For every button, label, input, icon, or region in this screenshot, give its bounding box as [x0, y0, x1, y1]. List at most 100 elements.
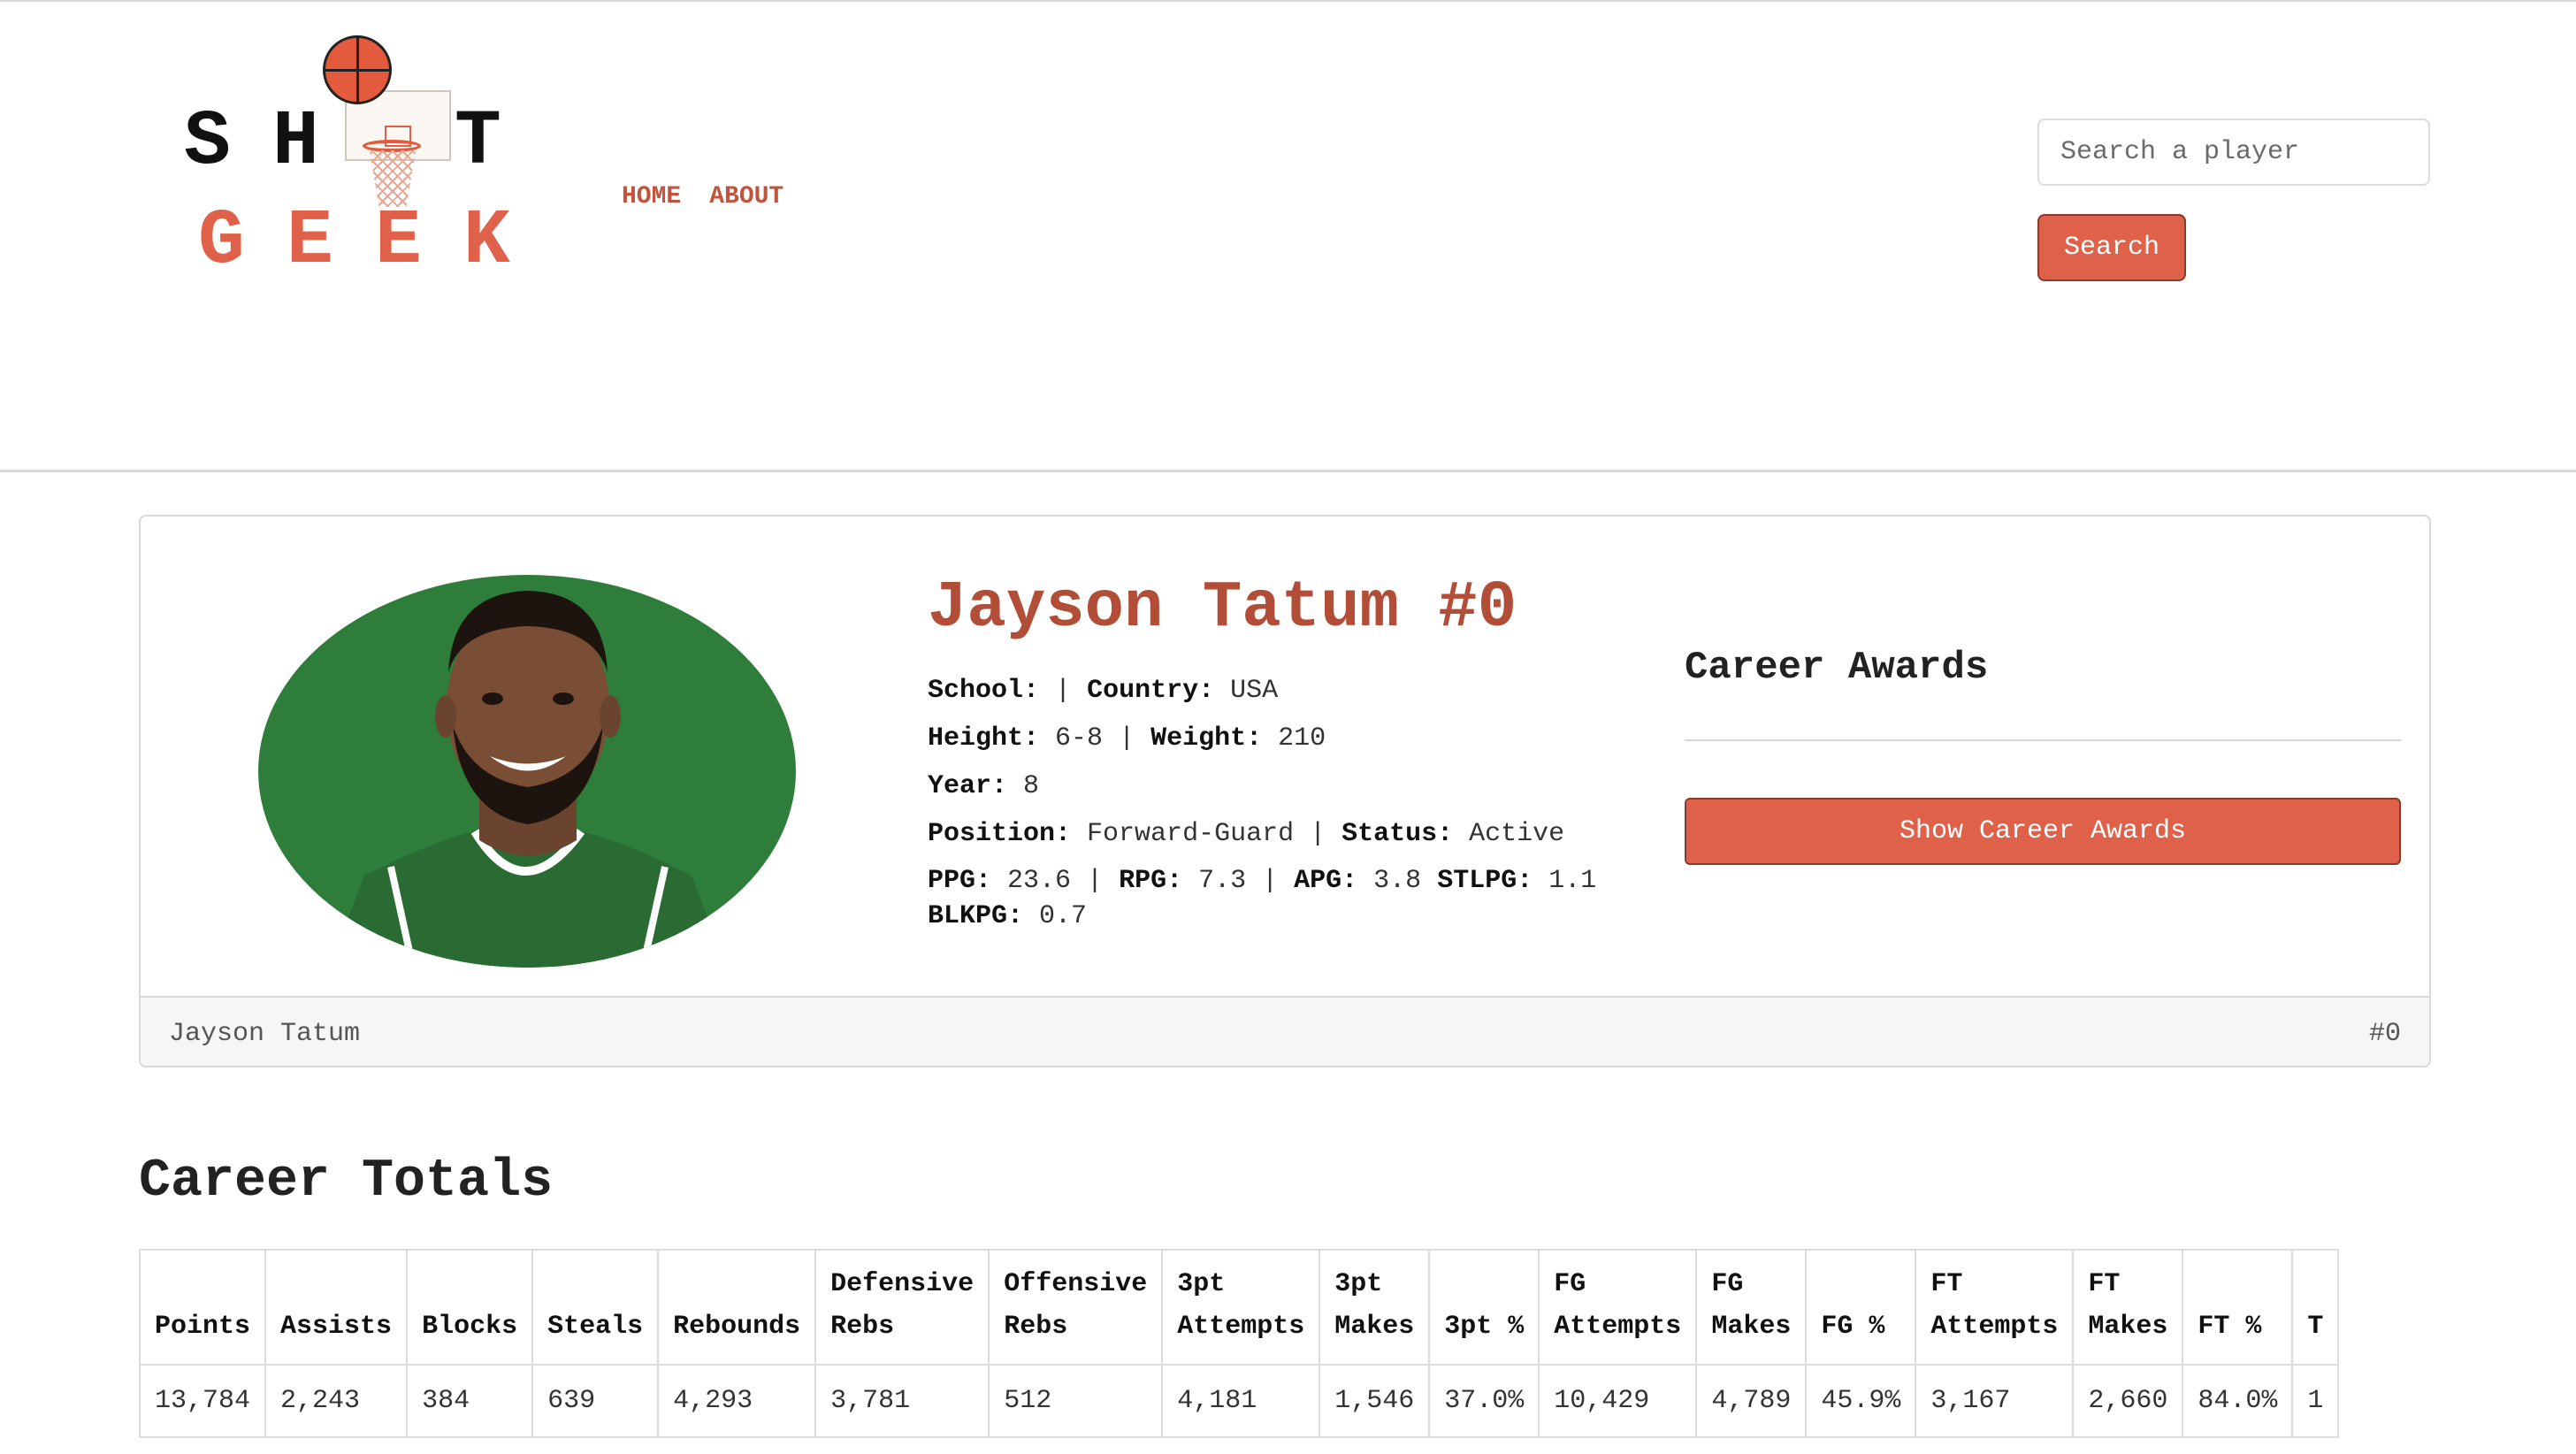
table-header-cell: Assists [264, 1249, 409, 1366]
apg-label: APG: [1294, 866, 1358, 896]
table-header-cell: Blocks [406, 1249, 534, 1366]
career-totals-table: Points Assists Blocks Steals Rebounds Defensi… [139, 1249, 2340, 1438]
table-header-text: 3pt [1334, 1269, 1383, 1299]
header-divider [0, 470, 2576, 472]
table-header-text: FT % [2198, 1312, 2262, 1342]
career-awards-title: Career Awards [1685, 646, 1989, 690]
basketball-icon [323, 35, 392, 104]
table-header-text: Attempts [1930, 1312, 2059, 1342]
table-header-cell: Rebounds [657, 1249, 817, 1366]
table-cell: 2,243 [264, 1364, 409, 1438]
awards-divider [1685, 739, 2401, 741]
table-cell: 37.0% [1428, 1364, 1540, 1438]
position-value: Forward-Guard [1087, 819, 1295, 849]
table-header-cell: FT Attempts [1915, 1249, 2075, 1366]
table-header-text: T [2307, 1312, 2324, 1342]
info-row-averages: PPG: 23.6 | RPG: 7.3 | APG: 3.8 STLPG: 1… [928, 866, 1597, 931]
nav-home-link[interactable]: HOME [622, 183, 681, 210]
table-header-cell: Offensive Rebs [988, 1249, 1164, 1366]
career-totals-table-container[interactable]: Points Assists Blocks Steals Rebounds Defensi… [139, 1249, 2431, 1454]
school-label: School: [928, 676, 1040, 706]
height-label: Height: [928, 723, 1040, 754]
table-header-text: Steals [547, 1312, 644, 1342]
table-header-text: Rebounds [673, 1312, 801, 1342]
ppg-label: PPG: [928, 866, 992, 896]
status-label: Status: [1342, 819, 1454, 849]
site-logo[interactable]: S H T G E E K [177, 35, 531, 286]
career-totals-title: Career Totals [139, 1152, 554, 1212]
table-header-row: Points Assists Blocks Steals Rebounds Defensi… [139, 1249, 2340, 1366]
table-header-text: FG % [1821, 1312, 1885, 1342]
info-row-position-status: Position: Forward-Guard | Status: Active [928, 819, 1565, 849]
footer-player-name: Jayson Tatum [169, 1019, 361, 1049]
table-header-cell: 3pt Attempts [1161, 1249, 1321, 1366]
table-header-text: Attempts [1177, 1312, 1305, 1342]
search-button[interactable]: Search [2037, 214, 2186, 281]
table-cell: 384 [406, 1364, 534, 1438]
table-header-text: 3pt % [1444, 1312, 1525, 1342]
player-card-footer: Jayson Tatum #0 [141, 996, 2429, 1066]
weight-label: Weight: [1150, 723, 1263, 754]
table-cell: 4,181 [1161, 1364, 1321, 1438]
table-header-cell: Defensive Rebs [814, 1249, 990, 1366]
table-cell: 10,429 [1538, 1364, 1698, 1438]
table-cell: 45.9% [1805, 1364, 1917, 1438]
table-row: 13,784 2,243 384 639 4,293 3,781 512 4,181 1,546… [139, 1364, 2340, 1438]
table-header-text: Points [155, 1312, 251, 1342]
site-header: S H T G E E K HOME ABOUT Search [0, 2, 2576, 471]
rpg-label: RPG: [1119, 866, 1183, 896]
position-label: Position: [928, 819, 1072, 849]
country-label: Country: [1087, 676, 1215, 706]
table-header-text: Offensive [1004, 1269, 1148, 1299]
table-cell: 2,660 [2072, 1364, 2184, 1438]
apg-value: 3.8 [1373, 866, 1422, 896]
player-info: School: | Country: USA Height: 6-8 | Wei… [928, 667, 1653, 934]
table-header-cell: 3pt Makes [1319, 1249, 1431, 1366]
nav-about-link[interactable]: ABOUT [709, 183, 784, 210]
height-value: 6-8 [1055, 723, 1104, 754]
stlpg-label: STLPG: [1437, 866, 1533, 896]
country-value: USA [1230, 676, 1279, 706]
table-header-text: Makes [1334, 1312, 1415, 1342]
table-header-cell: T [2291, 1249, 2340, 1366]
table-header-cell: Points [139, 1249, 267, 1366]
year-value: 8 [1023, 771, 1040, 801]
table-header-cell: FG Makes [1695, 1249, 1808, 1366]
table-cell: 4,789 [1695, 1364, 1808, 1438]
table-header-text: Blocks [422, 1312, 518, 1342]
table-header-cell: FG % [1805, 1249, 1917, 1366]
footer-player-number: #0 [2368, 1019, 2401, 1049]
table-header-text: FT [1930, 1269, 1963, 1299]
blkpg-label: BLKPG: [928, 901, 1024, 931]
table-cell: 3,781 [814, 1364, 990, 1438]
table-cell: 4,293 [657, 1364, 817, 1438]
table-header-text: Attempts [1554, 1312, 1682, 1342]
main-nav: HOME ABOUT [622, 183, 784, 210]
table-header-text: Makes [2088, 1312, 2168, 1342]
table-cell: 3,167 [1915, 1364, 2075, 1438]
player-search-input[interactable] [2037, 119, 2430, 186]
table-header-cell: 3pt % [1428, 1249, 1540, 1366]
stlpg-value: 1.1 [1548, 866, 1597, 896]
info-row-year: Year: 8 [928, 762, 1653, 810]
table-header-text: Assists [280, 1312, 393, 1342]
table-cell: 1,546 [1319, 1364, 1431, 1438]
info-row-height-weight: Height: 6-8 | Weight: 210 [928, 723, 1326, 754]
table-header-text: Makes [1711, 1312, 1792, 1342]
table-cell: 512 [988, 1364, 1164, 1438]
table-header-cell: FG Attempts [1538, 1249, 1698, 1366]
table-cell: 1 [2291, 1364, 2340, 1438]
table-header-text: Defensive [830, 1269, 975, 1299]
ppg-value: 23.6 [1007, 866, 1072, 896]
player-name-heading: Jayson Tatum #0 [928, 571, 1517, 646]
player-card: Jayson Tatum #0 School: | Country: USA H… [139, 515, 2431, 1068]
table-header-cell: FT % [2182, 1249, 2294, 1366]
hoop-graphic [363, 140, 421, 152]
table-header-text: FG [1711, 1269, 1744, 1299]
table-header-text: FT [2088, 1269, 2121, 1299]
player-photo [258, 575, 796, 968]
table-header-cell: Steals [531, 1249, 660, 1366]
table-cell: 84.0% [2182, 1364, 2294, 1438]
show-career-awards-button[interactable]: Show Career Awards [1685, 798, 2401, 865]
player-card-body: Jayson Tatum #0 School: | Country: USA H… [141, 517, 2429, 996]
